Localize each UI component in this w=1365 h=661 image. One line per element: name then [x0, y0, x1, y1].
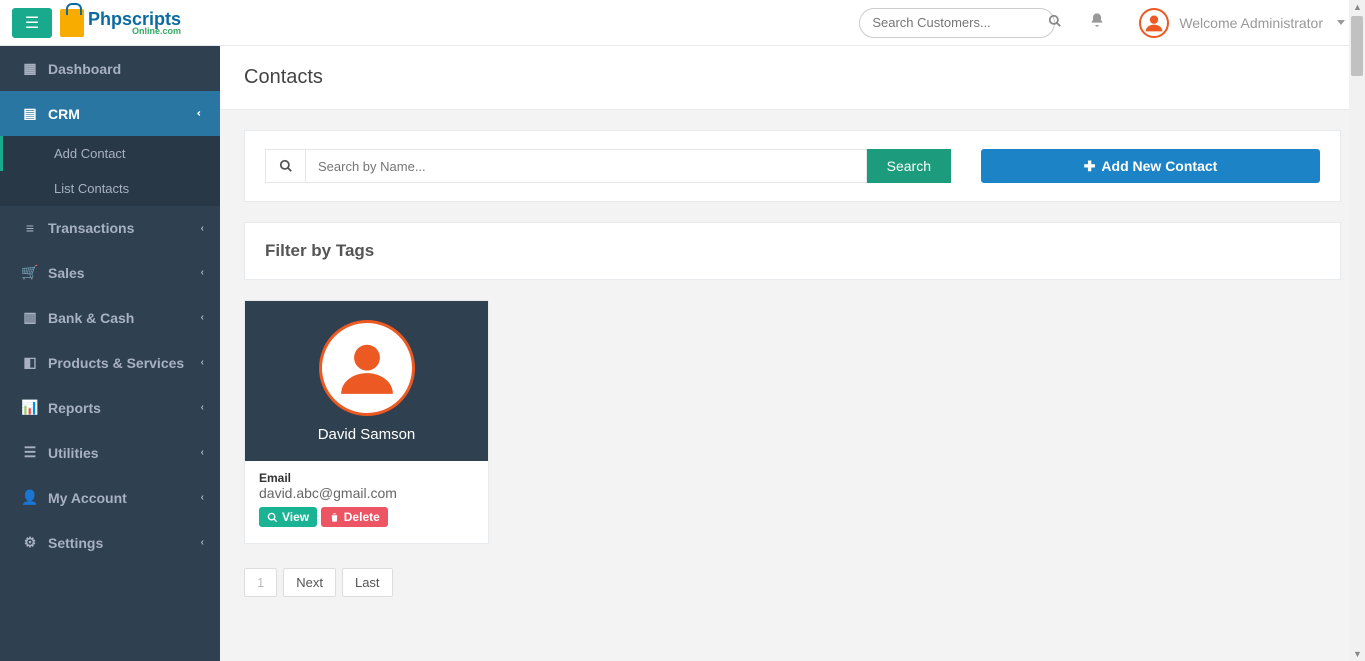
cube-icon: ◧ — [20, 354, 40, 371]
sidebar-item-reports[interactable]: 📊 Reports ‹ — [0, 385, 220, 430]
view-label: View — [282, 510, 309, 524]
add-new-contact-button[interactable]: ✚ Add New Contact — [981, 149, 1320, 183]
add-button-label: Add New Contact — [1101, 158, 1217, 174]
sidebar-subitem-list-contacts[interactable]: List Contacts — [0, 171, 220, 206]
sidebar-label: Bank & Cash — [48, 310, 134, 326]
contacts-grid: David Samson Email david.abc@gmail.com V… — [244, 300, 1341, 544]
chevron-left-icon: ‹ — [201, 447, 204, 458]
logo-text: Phpscripts Online.com — [88, 9, 181, 36]
chevron-left-icon: ‹ — [201, 267, 204, 278]
cart-icon: 🛒 — [20, 264, 40, 281]
sidebar-item-utilities[interactable]: ☰ Utilities ‹ — [0, 430, 220, 475]
search-group: Search — [265, 149, 951, 183]
view-button[interactable]: View — [259, 507, 317, 527]
topbar: ☰ Phpscripts Online.com Welcome Administ… — [0, 0, 1365, 46]
sidebar-sublabel: Add Contact — [54, 146, 126, 161]
sidebar-label: Settings — [48, 535, 103, 551]
sidebar-label: Utilities — [48, 445, 99, 461]
chart-icon: 📊 — [20, 399, 40, 416]
scroll-down-icon: ▼ — [1353, 649, 1362, 659]
sidebar-item-transactions[interactable]: ≡ Transactions ‹ — [0, 206, 220, 250]
email-label: Email — [259, 471, 474, 485]
caret-down-icon — [1337, 20, 1345, 25]
sidebar-label: My Account — [48, 490, 127, 506]
topbar-left: ☰ Phpscripts Online.com — [0, 8, 181, 38]
contact-card-header: David Samson — [245, 301, 488, 461]
sidebar-item-my-account[interactable]: 👤 My Account ‹ — [0, 475, 220, 520]
search-addon-icon — [265, 149, 305, 183]
filter-title: Filter by Tags — [265, 241, 1320, 261]
main-content: Contacts Search ✚ Add New Contact Filter… — [220, 46, 1365, 661]
notifications-button[interactable] — [1089, 12, 1105, 33]
bank-icon: ▥ — [20, 309, 40, 326]
scrollbar[interactable]: ▲ ▼ — [1349, 0, 1365, 661]
filter-panel: Filter by Tags — [244, 222, 1341, 280]
sidebar-label: Dashboard — [48, 61, 121, 77]
sidebar-subitem-add-contact[interactable]: Add Contact — [0, 136, 220, 171]
page-next-button[interactable]: Next — [283, 568, 336, 597]
sidebar-item-crm[interactable]: ▤ CRM ⌄ — [0, 91, 220, 136]
name-search-input[interactable] — [305, 149, 867, 183]
avatar-icon — [1139, 8, 1169, 38]
chevron-left-icon: ‹ — [201, 492, 204, 503]
sidebar-item-settings[interactable]: ⚙ Settings ‹ — [0, 520, 220, 565]
sidebar-label: Sales — [48, 265, 85, 281]
sidebar: ▦ Dashboard ▤ CRM ⌄ Add Contact List Con… — [0, 46, 220, 661]
page-title: Contacts — [244, 66, 1341, 89]
welcome-text: Welcome Administrator — [1179, 15, 1323, 31]
sidebar-item-sales[interactable]: 🛒 Sales ‹ — [0, 250, 220, 295]
delete-button[interactable]: Delete — [321, 507, 388, 527]
contact-email: david.abc@gmail.com — [259, 485, 474, 501]
hamburger-icon: ☰ — [25, 13, 39, 33]
pagination: 1 Next Last — [244, 568, 1341, 597]
contact-card-body: Email david.abc@gmail.com View Delete — [245, 461, 488, 543]
chevron-down-icon: ⌄ — [194, 109, 205, 117]
sidebar-item-products-services[interactable]: ◧ Products & Services ‹ — [0, 340, 220, 385]
sidebar-label: Transactions — [48, 220, 134, 236]
sidebar-label: CRM — [48, 106, 80, 122]
search-icon — [1048, 14, 1062, 31]
delete-label: Delete — [344, 510, 380, 524]
contact-name: David Samson — [318, 426, 416, 443]
global-search-input[interactable] — [872, 15, 1048, 30]
page-current: 1 — [244, 568, 277, 597]
page-last-button[interactable]: Last — [342, 568, 393, 597]
card-icon: ▤ — [20, 105, 40, 122]
chevron-left-icon: ‹ — [201, 312, 204, 323]
chevron-left-icon: ‹ — [201, 402, 204, 413]
sidebar-item-dashboard[interactable]: ▦ Dashboard — [0, 46, 220, 91]
chevron-left-icon: ‹ — [201, 223, 204, 234]
chevron-left-icon: ‹ — [201, 537, 204, 548]
avatar-icon — [319, 320, 415, 416]
user-menu[interactable]: Welcome Administrator — [1139, 8, 1345, 38]
scrollbar-thumb[interactable] — [1351, 16, 1363, 76]
grid-icon: ▦ — [20, 60, 40, 77]
global-search[interactable] — [859, 8, 1055, 38]
sidebar-label: Reports — [48, 400, 101, 416]
database-icon: ≡ — [20, 220, 40, 236]
scroll-up-icon: ▲ — [1353, 2, 1362, 12]
shopping-bag-icon — [60, 9, 84, 37]
page-heading: Contacts — [220, 46, 1365, 110]
sidebar-label: Products & Services — [48, 355, 184, 371]
list-icon: ☰ — [20, 444, 40, 461]
gear-icon: ⚙ — [20, 534, 40, 551]
user-icon: 👤 — [20, 489, 40, 506]
search-button[interactable]: Search — [867, 149, 951, 183]
contact-card: David Samson Email david.abc@gmail.com V… — [244, 300, 489, 544]
sidebar-item-bank-cash[interactable]: ▥ Bank & Cash ‹ — [0, 295, 220, 340]
search-panel: Search ✚ Add New Contact — [244, 130, 1341, 202]
sidebar-sublabel: List Contacts — [54, 181, 129, 196]
sidebar-toggle-button[interactable]: ☰ — [12, 8, 52, 38]
logo[interactable]: Phpscripts Online.com — [60, 9, 181, 37]
plus-icon: ✚ — [1084, 158, 1096, 175]
chevron-left-icon: ‹ — [201, 357, 204, 368]
